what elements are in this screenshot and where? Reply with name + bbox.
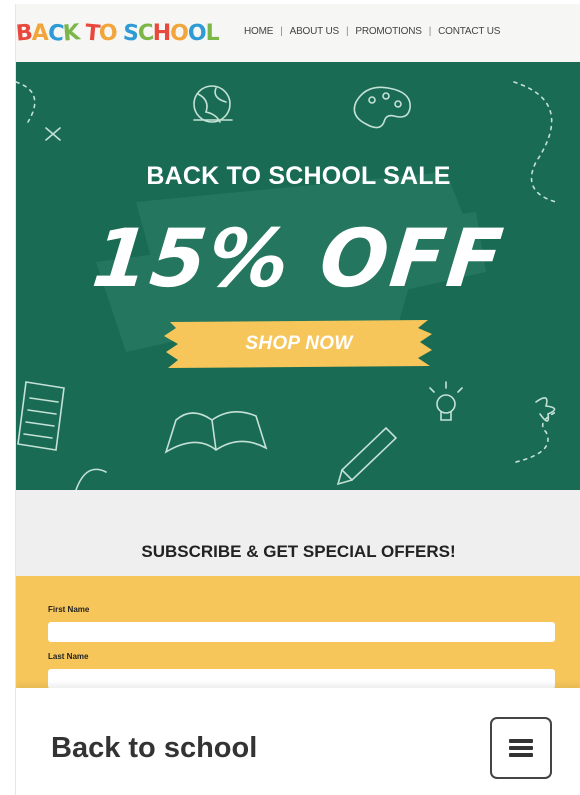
nav-contact-us[interactable]: CONTACT US bbox=[438, 26, 500, 37]
logo-letter: O bbox=[169, 19, 189, 47]
shop-now-label: SHOP NOW bbox=[245, 333, 353, 354]
hamburger-menu-icon bbox=[509, 736, 533, 760]
last-name-input[interactable] bbox=[48, 669, 555, 689]
logo-letter: O bbox=[97, 19, 118, 47]
last-name-label: Last Name bbox=[48, 652, 89, 661]
nav-separator: | bbox=[345, 26, 349, 37]
site-title: Back to school bbox=[51, 732, 258, 764]
nav-about-us[interactable]: ABOUT US bbox=[290, 26, 340, 37]
back-to-school-logo[interactable]: BACK TO SCHOOL bbox=[15, 18, 220, 48]
first-name-label: First Name bbox=[48, 605, 90, 614]
logo-letter: S bbox=[121, 19, 139, 47]
notebook-icon bbox=[17, 381, 65, 451]
pencil-icon bbox=[336, 426, 398, 486]
logo-letter: L bbox=[205, 20, 220, 46]
cross-doodle bbox=[45, 127, 61, 141]
dotted-swirl bbox=[515, 411, 557, 463]
page-frame: BACK TO SCHOOL HOME | ABOUT US | PROMOTI… bbox=[15, 4, 580, 795]
subscribe-band bbox=[16, 490, 580, 576]
site-header: BACK TO SCHOOL HOME | ABOUT US | PROMOTI… bbox=[16, 4, 580, 62]
lightbulb-icon bbox=[429, 381, 463, 421]
nav-separator: | bbox=[280, 26, 283, 37]
bottom-bar: Back to school bbox=[16, 688, 580, 795]
logo-letter: A bbox=[31, 20, 49, 46]
main-nav: HOME | ABOUT US | PROMOTIONS | CONTACT U… bbox=[244, 26, 500, 37]
logo-letter: C bbox=[136, 19, 154, 47]
logo-letter: H bbox=[152, 20, 171, 46]
discount-headline: 15% OFF bbox=[88, 212, 509, 305]
shop-now-button[interactable]: SHOP NOW bbox=[164, 318, 434, 370]
menu-button[interactable] bbox=[490, 717, 552, 779]
paint-palette-icon bbox=[353, 86, 411, 129]
hero-banner: BACK TO SCHOOL SALE 15% OFF SHOP NOW bbox=[16, 62, 580, 490]
logo-letter: B bbox=[15, 19, 33, 47]
hero-title: BACK TO SCHOOL SALE bbox=[146, 162, 451, 190]
nav-home[interactable]: HOME bbox=[244, 26, 273, 37]
first-name-input[interactable] bbox=[48, 622, 555, 642]
ribbon-doodle bbox=[535, 397, 556, 422]
cloud-doodle bbox=[75, 468, 107, 490]
nav-separator: | bbox=[428, 26, 432, 37]
logo-letter: K bbox=[61, 19, 81, 47]
nav-promotions[interactable]: PROMOTIONS bbox=[355, 26, 422, 37]
logo-letter: O bbox=[186, 19, 207, 47]
subscribe-form: First Name Last Name bbox=[16, 576, 580, 689]
globe-icon bbox=[193, 85, 233, 123]
subscribe-title: SUBSCRIBE & GET SPECIAL OFFERS! bbox=[141, 542, 456, 561]
open-book-icon bbox=[164, 411, 268, 454]
dotted-swirl bbox=[16, 81, 36, 123]
